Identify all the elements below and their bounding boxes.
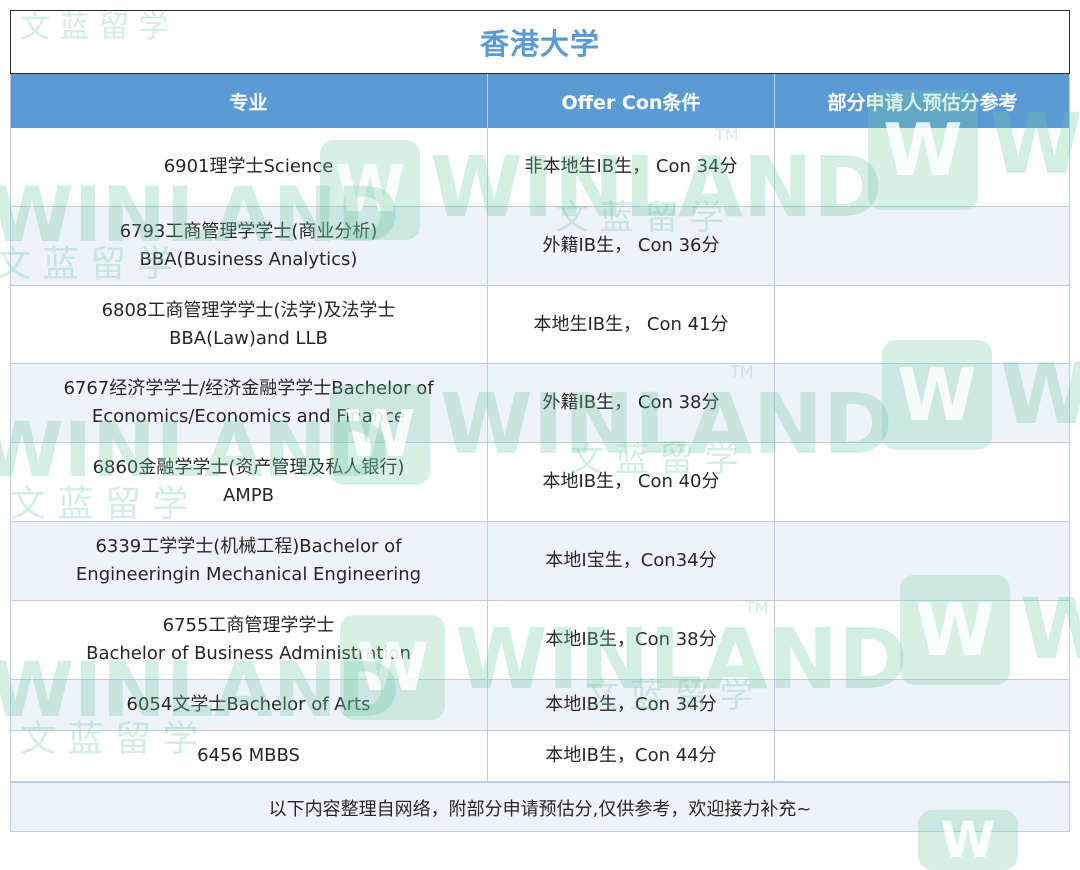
table-title: 香港大学 xyxy=(479,27,600,61)
table-row: 6339工学学士(机械工程)Bachelor of Engineeringin M… xyxy=(10,522,1070,601)
condition-cell: 本地I宝生，Con34分 xyxy=(488,522,775,600)
table-row: 6901理学士Science 非本地生IB生， Con 34分 xyxy=(10,128,1070,207)
major-cell: 6456 MBBS xyxy=(10,731,488,781)
header-estimate: 部分申请人预估分参考 xyxy=(827,91,1018,114)
major-cell: 6339工学学士(机械工程)Bachelor of Engineeringin M… xyxy=(10,522,488,600)
condition-cell: 外籍IB生， Con 38分 xyxy=(488,364,775,442)
major-cell: 6808工商管理学学士(法学)及法学士 BBA(Law)and LLB xyxy=(10,286,488,363)
major-line: 6755工商管理学学士 xyxy=(162,615,335,636)
table-row: 6456 MBBS 本地IB生，Con 44分 xyxy=(10,731,1070,782)
major-line: 6054文学士Bachelor of Arts xyxy=(126,694,371,715)
major-line: BBA(Law)and LLB xyxy=(169,327,328,349)
major-line: Economics/Economics and Finance xyxy=(91,406,406,427)
estimate-cell xyxy=(775,443,1070,521)
major-line: AMPB xyxy=(222,485,275,506)
condition-cell: 本地生IB生， Con 41分 xyxy=(488,286,775,363)
estimate-cell xyxy=(775,601,1070,679)
table-row: 6767经济学学士/经济金融学学士Bachelor of Economics/Ec… xyxy=(10,364,1070,443)
major-line: 6793工商管理学学士(商业分析) xyxy=(119,221,378,242)
table-row: 6860金融学学士(资产管理及私人银行) AMPB 本地IB生， Con 40分 xyxy=(10,443,1070,522)
header-major: 专业 xyxy=(10,74,488,128)
estimate-cell xyxy=(775,522,1070,600)
admission-table: 香港大学 专业 Offer Con条件 部分申请人预估分参考 6901理学士Sc… xyxy=(10,10,1070,832)
major-line: 6901理学士Science xyxy=(163,156,334,177)
title-row: 香港大学 xyxy=(10,10,1070,74)
estimate-cell xyxy=(775,128,1070,206)
major-line: 6456 MBBS xyxy=(197,745,300,766)
table-row: 6793工商管理学学士(商业分析) BBA(Business Analytics)… xyxy=(10,207,1070,286)
table-row: 6755工商管理学学士 Bachelor of Business Administ… xyxy=(10,601,1070,680)
condition-cell: 非本地生IB生， Con 34分 xyxy=(488,128,775,206)
header-condition: Offer Con条件 xyxy=(488,74,775,128)
header-row: 专业 Offer Con条件 部分申请人预估分参考 xyxy=(10,74,1070,128)
estimate-cell xyxy=(775,364,1070,442)
estimate-cell xyxy=(775,286,1070,363)
table-row: 6054文学士Bachelor of Arts 本地IB生，Con 34分 xyxy=(10,680,1070,731)
major-line: Engineeringin Mechanical Engineering xyxy=(75,564,422,585)
estimate-cell xyxy=(775,680,1070,730)
estimate-cell xyxy=(775,207,1070,285)
table-row: 6808工商管理学学士(法学)及法学士 BBA(Law)and LLB 本地生IB… xyxy=(10,286,1070,364)
major-line: 6339工学学士(机械工程)Bachelor of xyxy=(95,536,402,557)
major-line: 6860金融学学士(资产管理及私人银行) xyxy=(92,457,405,478)
major-cell: 6901理学士Science xyxy=(10,128,488,206)
condition-cell: 外籍IB生， Con 36分 xyxy=(488,207,775,285)
footer-note: 以下内容整理自网络，附部分申请预估分,仅供参考，欢迎接力补充~ xyxy=(10,782,1070,832)
major-line: 6767经济学学士/经济金融学学士Bachelor of xyxy=(63,378,434,399)
major-cell: 6054文学士Bachelor of Arts xyxy=(10,680,488,730)
major-cell: 6860金融学学士(资产管理及私人银行) AMPB xyxy=(10,443,488,521)
major-cell: 6755工商管理学学士 Bachelor of Business Administ… xyxy=(10,601,488,679)
table-body: 6901理学士Science 非本地生IB生， Con 34分 6793工商管理… xyxy=(10,128,1070,782)
major-line: BBA(Business Analytics) xyxy=(139,249,358,270)
condition-cell: 本地IB生，Con 44分 xyxy=(488,731,775,781)
condition-cell: 本地IB生，Con 34分 xyxy=(488,680,775,730)
estimate-cell xyxy=(775,731,1070,781)
major-line: 6808工商管理学学士(法学)及法学士 xyxy=(101,299,396,321)
major-cell: 6767经济学学士/经济金融学学士Bachelor of Economics/Ec… xyxy=(10,364,488,442)
major-line: Bachelor of Business Administration xyxy=(86,643,411,664)
condition-cell: 本地IB生，Con 38分 xyxy=(488,601,775,679)
major-cell: 6793工商管理学学士(商业分析) BBA(Business Analytics) xyxy=(10,207,488,285)
condition-cell: 本地IB生， Con 40分 xyxy=(488,443,775,521)
